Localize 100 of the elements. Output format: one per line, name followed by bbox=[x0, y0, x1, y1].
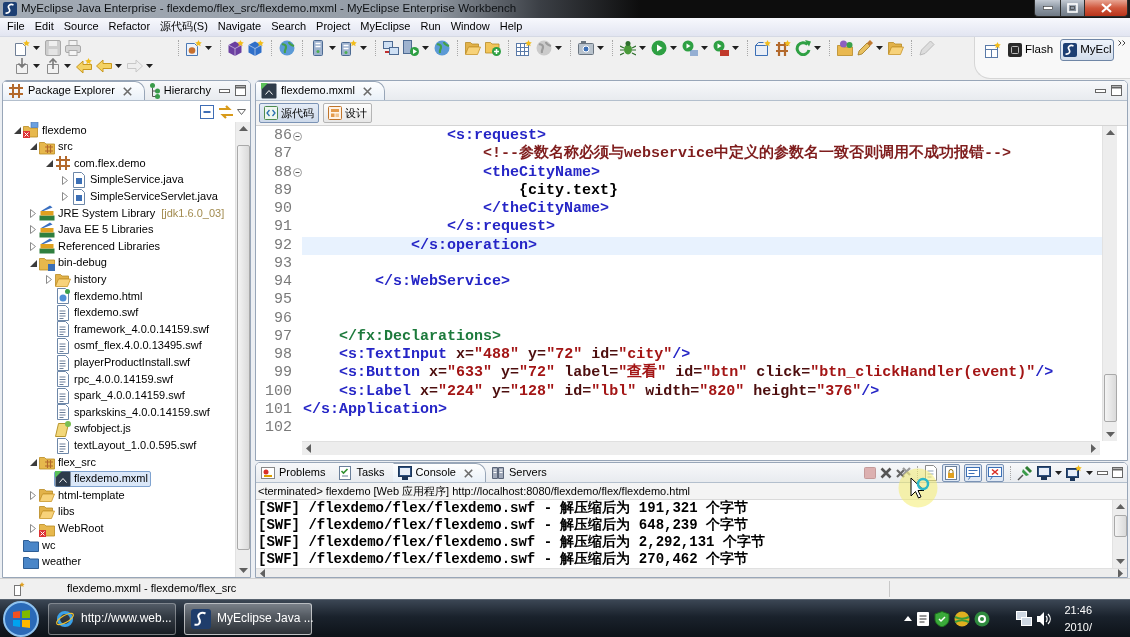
taskbar-button[interactable]: http://www.web... bbox=[48, 602, 176, 635]
export-icon[interactable] bbox=[45, 58, 61, 74]
server-icon[interactable] bbox=[310, 40, 326, 56]
close-icon[interactable] bbox=[463, 468, 473, 478]
expanded-arrow-icon[interactable] bbox=[29, 259, 37, 267]
menu-item[interactable]: Window bbox=[445, 20, 495, 34]
close-icon[interactable] bbox=[122, 86, 132, 96]
tree-item-label[interactable]: swfobject.js bbox=[74, 422, 131, 436]
add-folder-icon[interactable] bbox=[485, 40, 501, 56]
menu-item[interactable]: Source bbox=[58, 20, 104, 34]
remove-icon[interactable] bbox=[880, 466, 892, 479]
collapsed-arrow-icon[interactable] bbox=[62, 175, 68, 185]
collapsed-arrow-icon[interactable] bbox=[62, 192, 68, 202]
panel-star-icon[interactable] bbox=[14, 582, 25, 596]
dropdown-arrow-icon[interactable] bbox=[115, 64, 122, 68]
dropdown-arrow-icon[interactable] bbox=[64, 64, 71, 68]
network-icon[interactable] bbox=[1016, 611, 1033, 626]
dropdown-arrow-icon[interactable] bbox=[329, 46, 336, 50]
collapsed-arrow-icon[interactable] bbox=[30, 225, 36, 235]
clipboard-icon[interactable] bbox=[916, 610, 931, 627]
pin-icon[interactable] bbox=[1017, 464, 1033, 481]
menu-item[interactable]: MyEclipse bbox=[355, 20, 416, 34]
perspective-button[interactable]: Flash bbox=[1005, 39, 1057, 61]
view-menu-icon[interactable] bbox=[237, 108, 246, 115]
minimize-button[interactable] bbox=[1034, 0, 1060, 17]
maximize-icon[interactable] bbox=[234, 85, 246, 96]
tree-item-label[interactable]: wc bbox=[42, 538, 56, 552]
collapsed-arrow-icon[interactable] bbox=[30, 524, 36, 534]
scroll-down-icon[interactable] bbox=[1105, 432, 1115, 437]
clock-time[interactable]: 21:46 bbox=[1064, 601, 1092, 619]
remove-all-icon[interactable] bbox=[896, 467, 911, 478]
tree-item-label[interactable]: playerProductInstall.swf bbox=[74, 356, 191, 370]
tree-item-label[interactable]: spark_4.0.0.14159.swf bbox=[74, 389, 185, 403]
tree-item-label[interactable]: framework_4.0.0.14159.swf bbox=[74, 322, 210, 336]
view-tab[interactable]: Package Explorer bbox=[3, 81, 145, 100]
tree-item-label[interactable]: com.flex.demo bbox=[74, 156, 146, 171]
new-server-icon[interactable] bbox=[341, 40, 357, 56]
tree-item-label[interactable]: src bbox=[58, 140, 73, 154]
tree-item-label[interactable]: Referenced Libraries bbox=[58, 239, 161, 254]
tree-item-label[interactable]: flexdemo.mxml bbox=[74, 472, 148, 486]
up-arrow-icon[interactable] bbox=[904, 616, 913, 621]
scroll-up-icon[interactable] bbox=[1115, 504, 1125, 509]
horizontal-scrollbar[interactable] bbox=[256, 568, 1127, 577]
vertical-scrollbar[interactable] bbox=[1102, 126, 1117, 441]
expanded-arrow-icon[interactable] bbox=[29, 143, 37, 151]
collapse-all-icon[interactable] bbox=[199, 103, 215, 120]
toggle-button[interactable] bbox=[964, 463, 982, 482]
dropdown-arrow-icon[interactable] bbox=[33, 64, 40, 68]
new-class-icon[interactable] bbox=[186, 40, 202, 56]
dropdown-arrow-icon[interactable] bbox=[360, 46, 367, 50]
tree-item-label[interactable]: Java EE 5 Libraries bbox=[58, 223, 154, 237]
shield-icon[interactable] bbox=[934, 610, 951, 627]
mode-tab[interactable]: 设计 bbox=[323, 103, 372, 123]
menu-item[interactable]: File bbox=[2, 20, 30, 34]
restore-button[interactable] bbox=[1060, 0, 1085, 17]
tree-item-label[interactable]: osmf_flex.4.0.0.13495.swf bbox=[74, 339, 202, 353]
horizontal-scrollbar[interactable] bbox=[302, 441, 1100, 455]
grid-icon[interactable] bbox=[775, 40, 791, 56]
collapsed-arrow-icon[interactable] bbox=[46, 275, 52, 285]
tree-item-label[interactable]: JRE System Library bbox=[58, 206, 156, 220]
document-lines-icon[interactable] bbox=[924, 464, 938, 481]
toggle-button[interactable] bbox=[986, 463, 1004, 482]
dropdown-arrow-icon[interactable] bbox=[814, 46, 821, 50]
dropdown-arrow-icon[interactable] bbox=[146, 64, 153, 68]
scroll-right-icon[interactable] bbox=[1118, 568, 1123, 577]
fold-marker-icon[interactable] bbox=[292, 168, 302, 178]
scroll-down-icon[interactable] bbox=[238, 568, 248, 573]
close-button[interactable] bbox=[1085, 0, 1128, 17]
scrollbar-thumb[interactable] bbox=[236, 145, 250, 550]
menu-item[interactable]: Project bbox=[311, 20, 356, 34]
tree-item-label[interactable]: history bbox=[74, 273, 107, 287]
dropdown-arrow-icon[interactable] bbox=[422, 46, 429, 50]
scroll-up-icon[interactable] bbox=[238, 126, 248, 131]
camera-icon[interactable] bbox=[578, 40, 594, 56]
volume-icon[interactable] bbox=[1036, 610, 1053, 627]
view-tab[interactable]: Console bbox=[392, 463, 486, 482]
menu-item[interactable]: Run bbox=[415, 20, 446, 34]
vertical-scrollbar[interactable] bbox=[235, 122, 250, 577]
maximize-icon[interactable] bbox=[1111, 85, 1122, 96]
scroll-up-icon[interactable] bbox=[1105, 130, 1115, 135]
view-tab[interactable]: Hierarchy bbox=[144, 81, 219, 100]
tree-item-label[interactable]: SimpleServiceServlet.java bbox=[90, 190, 218, 204]
minimize-icon[interactable] bbox=[1095, 88, 1106, 93]
tree-item-label[interactable]: bin-debug bbox=[58, 256, 107, 270]
selected-tree-item[interactable]: flexdemo.mxml bbox=[54, 470, 151, 487]
globe-icon[interactable] bbox=[279, 40, 295, 56]
taskbar-button[interactable]: MyEclipse Java ... bbox=[184, 602, 312, 635]
view-tab[interactable]: Tasks bbox=[333, 463, 393, 482]
close-icon[interactable] bbox=[362, 86, 372, 96]
minimize-icon[interactable] bbox=[218, 88, 230, 93]
dropdown-arrow-icon[interactable] bbox=[205, 46, 212, 50]
globe-icon[interactable] bbox=[434, 40, 450, 56]
view-tab[interactable]: Problems bbox=[256, 463, 334, 482]
new-monitor-icon[interactable] bbox=[1066, 464, 1082, 481]
import-icon[interactable] bbox=[14, 58, 30, 74]
scrollbar-thumb[interactable] bbox=[1103, 374, 1117, 422]
scroll-down-icon[interactable] bbox=[1115, 559, 1125, 564]
tree-item-label[interactable]: flexdemo.swf bbox=[74, 306, 139, 320]
new-file-icon[interactable] bbox=[14, 40, 30, 56]
server-play-icon[interactable] bbox=[403, 40, 419, 56]
